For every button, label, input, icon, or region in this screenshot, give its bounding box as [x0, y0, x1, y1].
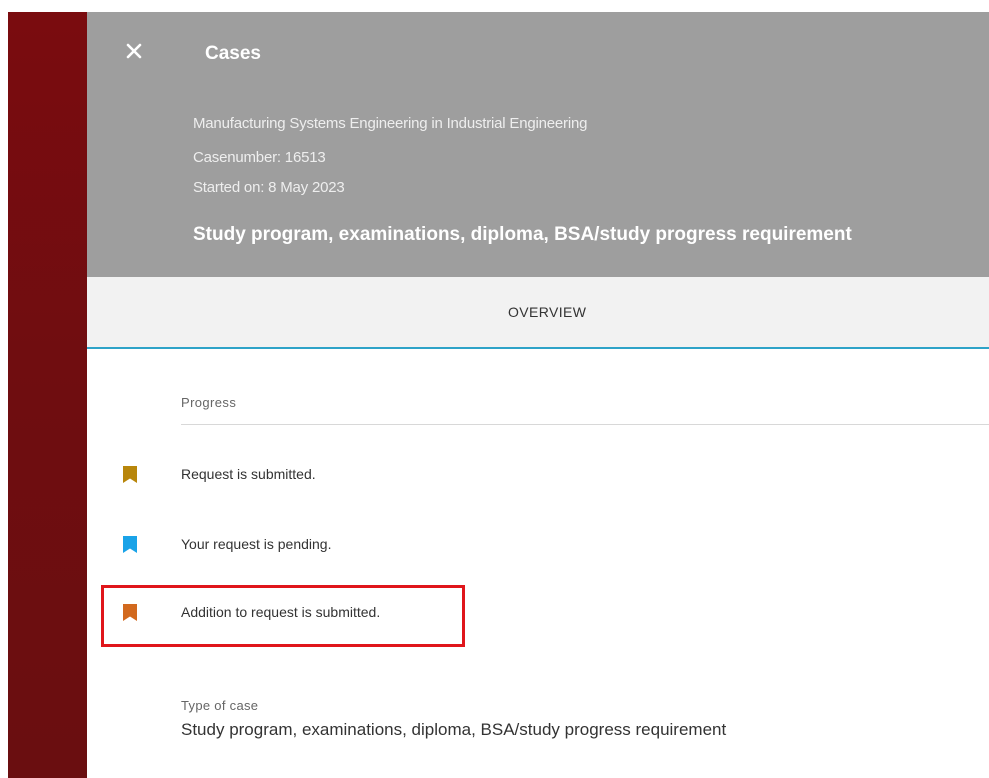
- divider: [181, 424, 989, 425]
- active-tab-indicator: [87, 347, 989, 349]
- close-button[interactable]: [121, 38, 147, 64]
- progress-item-text: Your request is pending.: [181, 536, 332, 552]
- close-icon: [126, 43, 142, 59]
- panel-header: Cases Manufacturing Systems Engineering …: [87, 12, 989, 277]
- case-type-label: Type of case: [181, 698, 259, 713]
- progress-item: Request is submitted.: [117, 465, 717, 489]
- case-subject: Study program, examinations, diploma, BS…: [193, 224, 852, 245]
- page-title: Cases: [205, 43, 261, 64]
- highlight-annotation: [101, 585, 465, 647]
- tab-bar: OVERVIEW: [87, 277, 989, 349]
- bookmark-icon: [123, 466, 137, 483]
- program-name: Manufacturing Systems Engineering in Ind…: [193, 115, 588, 132]
- start-date: Started on: 8 May 2023: [193, 179, 345, 196]
- tab-overview[interactable]: OVERVIEW: [87, 277, 989, 347]
- backdrop-overlay[interactable]: [8, 12, 87, 778]
- progress-item: Your request is pending.: [117, 535, 717, 559]
- case-type-value: Study program, examinations, diploma, BS…: [181, 720, 727, 739]
- tab-label: OVERVIEW: [508, 304, 587, 320]
- case-detail-panel: Cases Manufacturing Systems Engineering …: [87, 12, 989, 778]
- case-number: Casenumber: 16513: [193, 149, 326, 166]
- progress-item-text: Request is submitted.: [181, 466, 316, 482]
- progress-heading: Progress: [181, 395, 237, 410]
- left-gutter: [0, 12, 8, 778]
- top-strip: [0, 0, 989, 12]
- screen: Cases Manufacturing Systems Engineering …: [0, 0, 989, 778]
- bookmark-icon: [123, 536, 137, 553]
